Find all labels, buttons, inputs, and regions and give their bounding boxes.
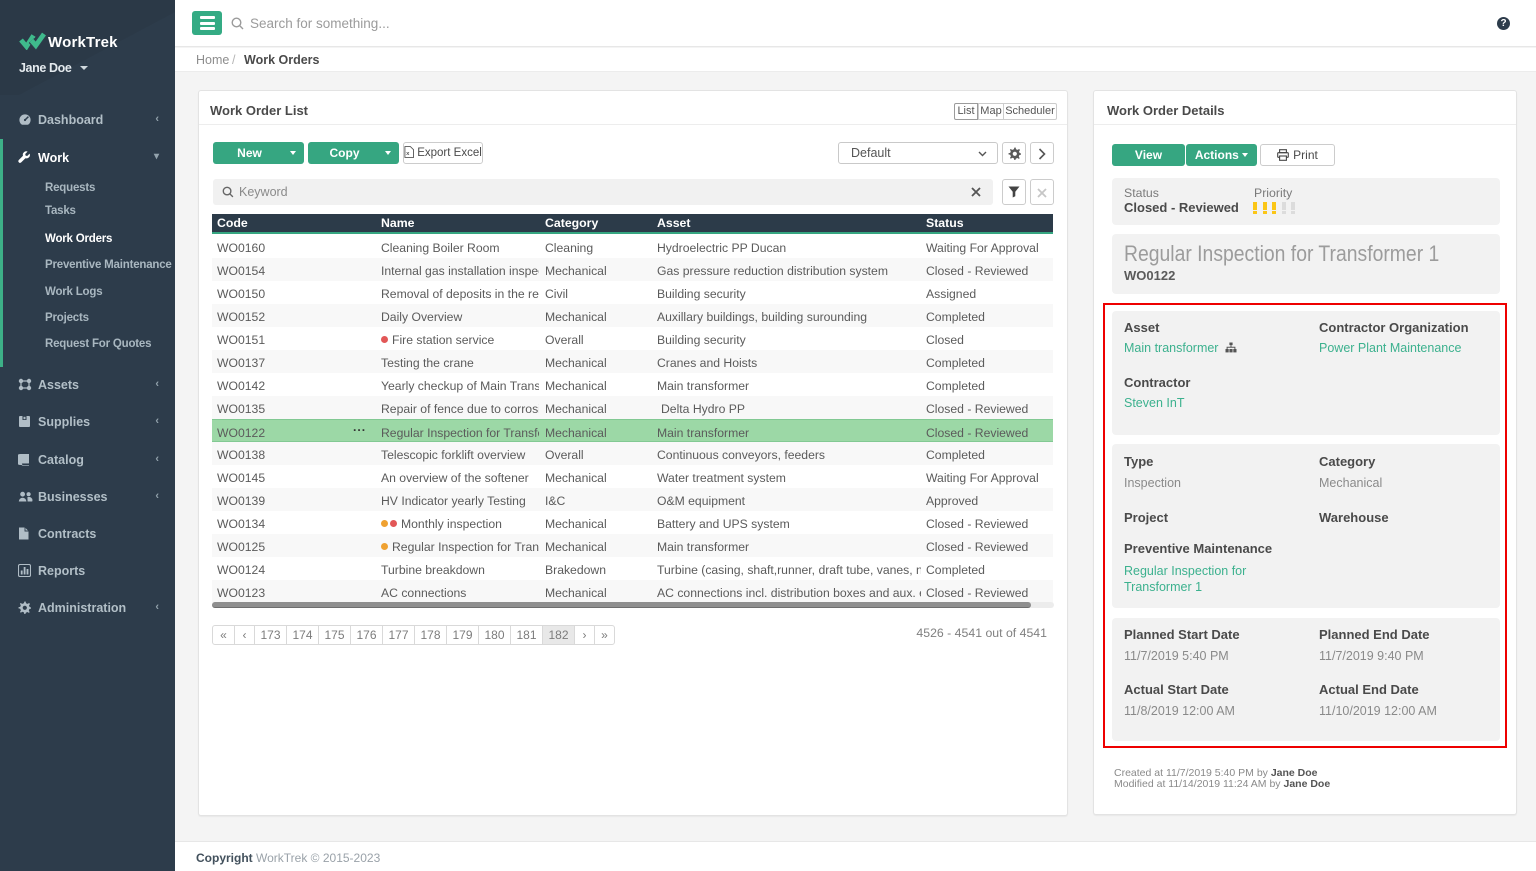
svg-text:x: x [406,151,410,157]
